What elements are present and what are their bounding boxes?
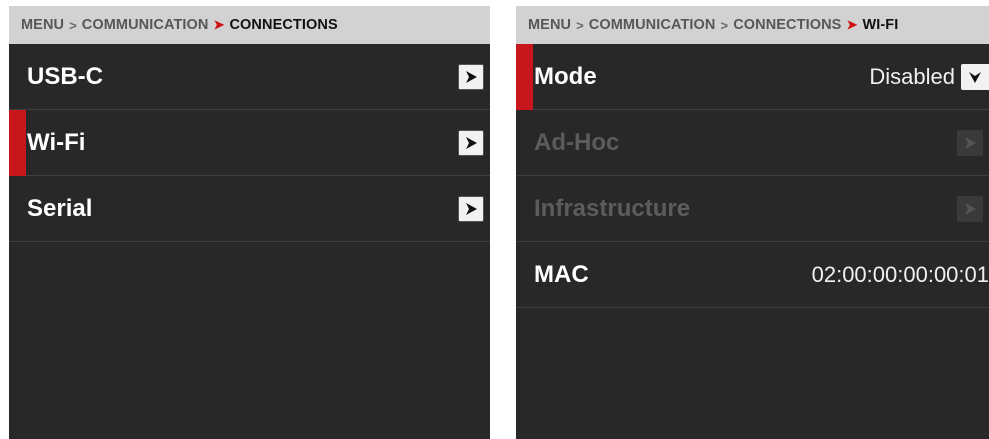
menu-item-label: Wi-Fi xyxy=(27,128,86,156)
setting-label-mode: Mode xyxy=(534,62,597,90)
mode-dropdown-button[interactable] xyxy=(961,63,989,90)
breadcrumb-item-connections: CONNECTIONS xyxy=(229,17,338,33)
breadcrumb-item-connections[interactable]: CONNECTIONS xyxy=(733,17,841,33)
arrow-right-icon xyxy=(466,202,477,215)
setting-row-ad-hoc[interactable]: Ad-Hoc xyxy=(516,110,989,176)
selection-indicator xyxy=(9,110,26,176)
chevron-right-icon: > xyxy=(69,17,77,33)
setting-label-mac: MAC xyxy=(534,260,589,288)
chevron-right-icon: > xyxy=(720,17,729,33)
breadcrumb-item-communication[interactable]: COMMUNICATION xyxy=(589,17,716,33)
chevron-down-icon xyxy=(969,71,981,83)
setting-row-mode[interactable]: Mode Disabled xyxy=(516,44,989,110)
menu-item-usb-c[interactable]: USB-C xyxy=(9,44,490,110)
breadcrumb: MENU > COMMUNICATION > CONNECTIONS ➤ WI-… xyxy=(516,6,989,44)
connections-menu-panel: MENU > COMMUNICATION ➤ CONNECTIONS USB-C… xyxy=(9,6,490,439)
selection-indicator xyxy=(516,44,533,110)
menu-item-label: USB-C xyxy=(27,62,103,90)
arrow-right-icon xyxy=(965,202,976,215)
chevron-right-icon: > xyxy=(576,17,584,33)
mac-address-value: 02:00:00:00:00:01 xyxy=(811,261,989,287)
breadcrumb-item-menu[interactable]: MENU xyxy=(21,17,64,33)
chevron-right-icon: ➤ xyxy=(846,17,858,32)
breadcrumb-item-menu[interactable]: MENU xyxy=(528,17,571,33)
mode-value[interactable]: Disabled xyxy=(869,64,955,90)
arrow-right-button[interactable] xyxy=(458,195,484,222)
menu-item-label: Serial xyxy=(27,194,93,222)
arrow-right-icon xyxy=(466,136,477,149)
breadcrumb-item-communication[interactable]: COMMUNICATION xyxy=(82,17,209,33)
setting-row-mac: MAC 02:00:00:00:00:01 xyxy=(516,242,989,308)
arrow-right-button[interactable] xyxy=(957,195,983,222)
breadcrumb-item-wi-fi: WI-FI xyxy=(862,17,899,33)
arrow-right-icon xyxy=(466,70,477,83)
setting-label-infrastructure: Infrastructure xyxy=(534,194,691,222)
arrow-right-button[interactable] xyxy=(458,63,484,90)
arrow-right-button[interactable] xyxy=(957,129,983,156)
wifi-settings-panel: MENU > COMMUNICATION > CONNECTIONS ➤ WI-… xyxy=(516,6,989,439)
arrow-right-icon xyxy=(965,136,976,149)
menu-item-wi-fi[interactable]: Wi-Fi xyxy=(9,110,490,176)
menu-item-serial[interactable]: Serial xyxy=(9,176,490,242)
chevron-right-icon: ➤ xyxy=(213,17,225,32)
setting-label-ad-hoc: Ad-Hoc xyxy=(534,128,620,156)
breadcrumb: MENU > COMMUNICATION ➤ CONNECTIONS xyxy=(9,6,490,44)
setting-row-infrastructure[interactable]: Infrastructure xyxy=(516,176,989,242)
arrow-right-button[interactable] xyxy=(458,129,484,156)
